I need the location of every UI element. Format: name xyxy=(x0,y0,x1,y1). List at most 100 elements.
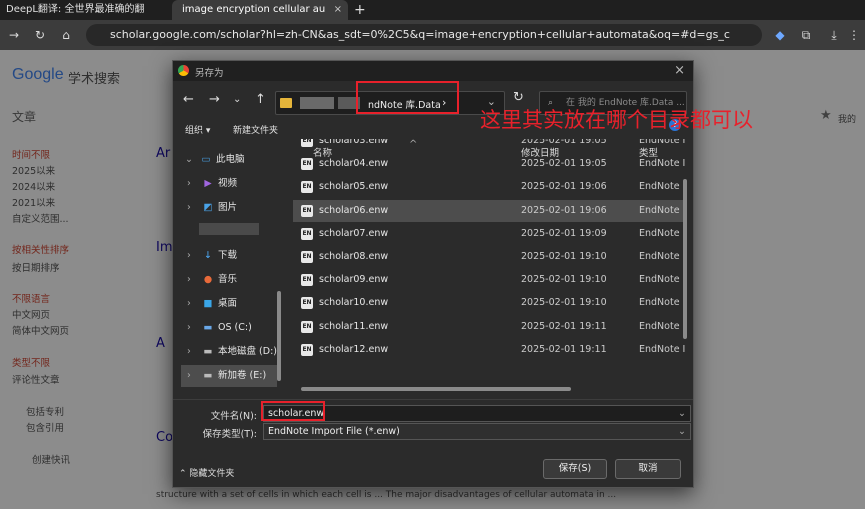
tree-label: 图片 xyxy=(218,202,238,213)
tree-scrollbar[interactable] xyxy=(277,291,281,381)
file-row[interactable]: EN scholar05.enw 2025-02-01 19:06 EndNote I xyxy=(293,176,687,198)
file-name: scholar07.enw xyxy=(319,227,389,239)
file-date: 2025-02-01 19:11 xyxy=(521,343,607,355)
tree-videos[interactable]: › ▶ 视频 xyxy=(187,173,237,195)
file-name: scholar06.enw xyxy=(319,204,389,216)
blurred-path xyxy=(300,97,334,109)
filetype-value: EndNote Import File (*.enw) xyxy=(268,426,400,437)
file-row[interactable]: EN scholar09.enw 2025-02-01 19:10 EndNote I xyxy=(293,269,687,291)
recent-dropdown-icon[interactable]: ⌄ xyxy=(233,93,241,107)
file-name: scholar08.enw xyxy=(319,251,389,262)
filetype-dropdown-icon[interactable]: ⌄ xyxy=(678,424,686,439)
chrome-icon xyxy=(178,65,189,76)
file-row[interactable]: EN scholar08.enw 2025-02-01 19:10 EndNote I xyxy=(293,246,687,268)
folder-icon xyxy=(280,98,292,108)
file-date: 2025-02-01 19:05 xyxy=(521,158,607,170)
endnote-file-icon: EN xyxy=(301,320,313,333)
hide-folders-toggle[interactable]: ⌃ 隐藏文件夹 xyxy=(179,466,234,479)
endnote-file-icon: EN xyxy=(301,158,313,171)
tree-pictures[interactable]: › ◩ 图片 xyxy=(187,197,237,219)
file-row[interactable]: EN scholar04.enw 2025-02-01 19:05 EndNote I xyxy=(293,153,687,175)
url-text: scholar.google.com/scholar?hl=zh-CN&as_s… xyxy=(110,28,730,41)
endnote-file-icon: EN xyxy=(301,227,313,240)
tree-music[interactable]: › ● 音乐 xyxy=(187,269,237,291)
file-name: scholar03.enw xyxy=(319,139,389,146)
list-hscrollbar[interactable] xyxy=(301,387,571,391)
filetype-select[interactable]: EndNote Import File (*.enw) ⌄ xyxy=(263,423,691,440)
file-type: EndNote I xyxy=(639,204,685,216)
file-date: 2025-02-01 19:09 xyxy=(521,227,607,239)
file-type: EndNote I xyxy=(639,181,685,193)
file-date: 2025-02-01 19:06 xyxy=(521,181,607,193)
tree-label: 本地磁盘 (D:) xyxy=(218,346,277,357)
tree-downloads[interactable]: › ↓ 下载 xyxy=(187,245,237,267)
reload-icon[interactable]: ↻ xyxy=(32,27,48,43)
file-row[interactable]: EN scholar12.enw 2025-02-01 19:11 EndNote I xyxy=(293,339,687,361)
refresh-icon[interactable]: ↻ xyxy=(513,91,524,105)
file-type: EndNote I xyxy=(639,139,685,146)
file-type: EndNote I xyxy=(639,343,685,355)
home-icon[interactable]: ⌂ xyxy=(58,27,74,43)
save-button[interactable]: 保存(S) xyxy=(543,459,607,479)
file-name: scholar04.enw xyxy=(319,158,389,170)
file-row[interactable]: EN scholar07.enw 2025-02-01 19:09 EndNote I xyxy=(293,223,687,245)
endnote-file-icon: EN xyxy=(301,204,313,217)
close-icon[interactable]: × xyxy=(674,63,685,78)
file-date: 2025-02-01 19:06 xyxy=(521,204,607,216)
back-arrow-icon[interactable]: ← xyxy=(183,93,194,107)
file-date: 2025-02-01 19:05 xyxy=(521,139,607,146)
tab-bar: DeepL翻译: 全世界最准确的翻 image encryption cellu… xyxy=(0,0,865,20)
filename-dropdown-icon[interactable]: ⌄ xyxy=(678,406,686,421)
hide-folders-label: 隐藏文件夹 xyxy=(189,469,235,479)
highlight-path xyxy=(356,81,459,114)
endnote-file-icon: EN xyxy=(301,274,313,287)
tree-label: 下载 xyxy=(218,250,238,261)
up-arrow-icon[interactable]: ↑ xyxy=(255,93,266,107)
download-icon[interactable]: ⤓ xyxy=(826,27,842,43)
file-date: 2025-02-01 19:10 xyxy=(521,274,607,286)
close-tab-icon[interactable]: × xyxy=(334,0,342,20)
new-folder-button[interactable]: 新建文件夹 xyxy=(233,123,278,136)
file-name: scholar09.enw xyxy=(319,274,389,286)
tree-drive-e[interactable]: › ▬ 新加卷 (E:) xyxy=(181,365,277,387)
cancel-button[interactable]: 取消 xyxy=(615,459,681,479)
tree-label: 视频 xyxy=(218,178,238,189)
highlight-filename xyxy=(261,401,325,421)
menu-icon[interactable]: ⋮ xyxy=(846,27,862,43)
tab-deepl[interactable]: DeepL翻译: 全世界最准确的翻 xyxy=(0,0,168,20)
endnote-file-icon: EN xyxy=(301,181,313,194)
file-type: EndNote I xyxy=(639,297,685,309)
file-row[interactable]: EN scholar06.enw 2025-02-01 19:06 EndNote I xyxy=(293,199,687,222)
tree-label: 桌面 xyxy=(218,298,238,309)
annotation-text: 这里其实放在哪个目录都可以 xyxy=(480,108,753,132)
file-name: scholar10.enw xyxy=(319,297,389,309)
new-tab-button[interactable]: + xyxy=(354,0,366,20)
tab-label: DeepL翻译: 全世界最准确的翻 xyxy=(6,4,145,15)
tab-label: image encryption cellular au xyxy=(182,4,326,15)
file-row[interactable]: EN scholar03.enw 2025-02-01 19:05 EndNote I xyxy=(293,139,687,152)
file-date: 2025-02-01 19:10 xyxy=(521,251,607,262)
file-row[interactable]: EN scholar11.enw 2025-02-01 19:11 EndNote I xyxy=(293,316,687,338)
tree-label: 音乐 xyxy=(218,274,238,285)
tree-this-pc[interactable]: ⌄ ▭ 此电脑 xyxy=(185,149,245,171)
filename-label: 文件名(N): xyxy=(210,411,257,422)
tab-scholar[interactable]: image encryption cellular au × xyxy=(172,0,348,20)
extension-icon[interactable]: ◆ xyxy=(772,27,788,43)
back-icon[interactable]: → xyxy=(6,27,22,43)
file-date: 2025-02-01 19:11 xyxy=(521,320,607,332)
file-type: EndNote I xyxy=(639,320,685,332)
filename-input[interactable]: scholar.enw ⌄ xyxy=(263,405,691,422)
organize-label: 组织 xyxy=(185,126,204,136)
forward-arrow-icon[interactable]: → xyxy=(209,93,220,107)
file-row[interactable]: EN scholar10.enw 2025-02-01 19:10 EndNote I xyxy=(293,292,687,314)
puzzle-icon[interactable]: ⧉ xyxy=(798,27,814,43)
list-scrollbar[interactable] xyxy=(683,179,687,339)
tree-drive-d[interactable]: › ▬ 本地磁盘 (D:) xyxy=(187,341,277,363)
nav-tree: ⌄ ▭ 此电脑 › ▶ 视频 › ◩ 图片 › ↓ 下载 › ● 音乐 › ■ 桌面 › ▬ … xyxy=(173,151,283,391)
dialog-titlebar: 另存为 × xyxy=(173,61,693,81)
organize-button[interactable]: 组织 ▾ xyxy=(185,123,210,136)
tree-drive-c[interactable]: › ▬ OS (C:) xyxy=(187,317,252,339)
endnote-file-icon: EN xyxy=(301,297,313,310)
tree-desktop[interactable]: › ■ 桌面 xyxy=(187,293,237,315)
endnote-file-icon: EN xyxy=(301,139,313,147)
